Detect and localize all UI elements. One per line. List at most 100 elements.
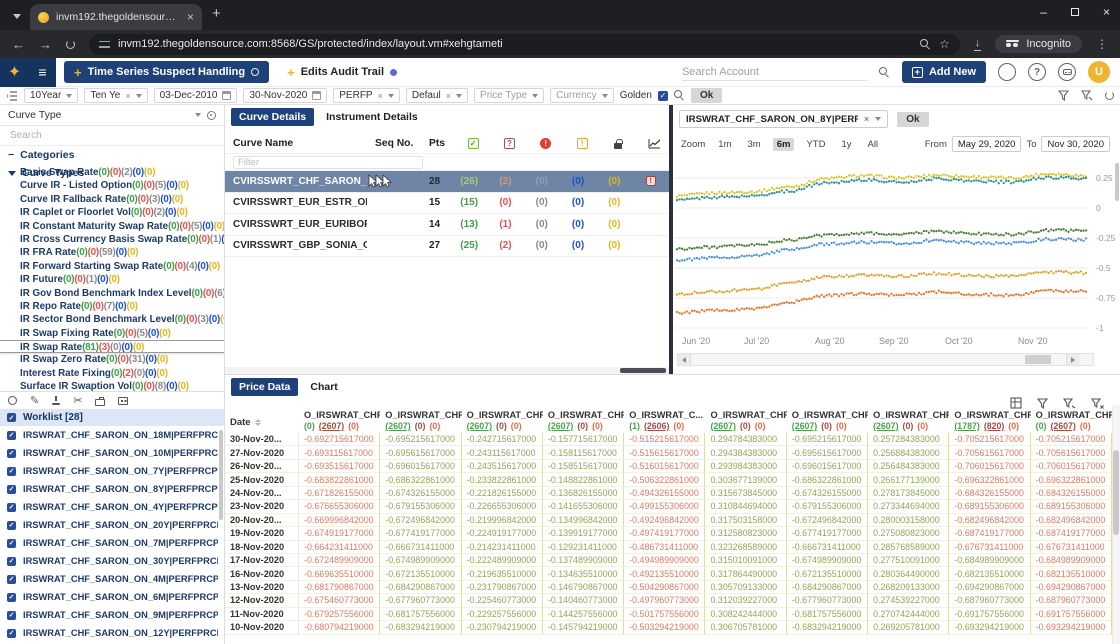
value-cell[interactable]: -0.672496842000 bbox=[787, 514, 868, 527]
clear-icon[interactable]: × bbox=[378, 91, 383, 101]
count-link[interactable]: (2607) bbox=[548, 421, 573, 431]
value-cell[interactable]: -0.681790867000 bbox=[299, 581, 380, 594]
value-cell[interactable]: -0.230794219000 bbox=[462, 621, 543, 634]
scroll-left-button[interactable] bbox=[678, 354, 691, 365]
value-cell[interactable]: -0.686322861000 bbox=[380, 473, 461, 486]
value-cell[interactable]: -0.134996842000 bbox=[543, 514, 624, 527]
checkbox-checked-icon[interactable]: ✓ bbox=[7, 521, 16, 530]
value-cell[interactable]: 0.268209133000 bbox=[868, 581, 949, 594]
tab-close-icon[interactable]: × bbox=[187, 10, 194, 24]
value-cell[interactable]: 0.256884383000 bbox=[868, 446, 949, 459]
value-cell[interactable]: -0.515215617000 bbox=[624, 433, 705, 446]
value-cell[interactable]: -0.494326155000 bbox=[624, 487, 705, 500]
value-cell[interactable]: 0.278173845000 bbox=[868, 487, 949, 500]
price-col-date[interactable]: Date bbox=[225, 417, 299, 433]
value-cell[interactable]: -0.684989909000 bbox=[1031, 554, 1112, 567]
worklist-item[interactable]: ✓IRSWRAT_CHF_SARON_ON_20Y|PERFPRCPT01|..… bbox=[0, 516, 218, 534]
value-cell[interactable]: -0.696015617000 bbox=[380, 460, 461, 473]
value-cell[interactable]: -0.687960773000 bbox=[1031, 594, 1112, 607]
value-cell[interactable]: -0.705215617000 bbox=[1031, 433, 1112, 446]
count-link[interactable]: (820) bbox=[984, 421, 1005, 431]
count-link[interactable]: (2607) bbox=[873, 421, 898, 431]
value-cell[interactable]: -0.682135510000 bbox=[1031, 567, 1112, 580]
value-cell[interactable]: -0.242715617000 bbox=[462, 433, 543, 446]
value-cell[interactable]: -0.492496842000 bbox=[624, 514, 705, 527]
price-col-header-1[interactable]: O_IRSWRAT_CHF_...(0)(2607)(0) bbox=[299, 410, 380, 433]
preview-search-icon[interactable] bbox=[674, 90, 685, 101]
checkbox-checked-icon[interactable]: ✓ bbox=[7, 449, 16, 458]
scroll-right-button[interactable] bbox=[1066, 354, 1079, 365]
count-link[interactable]: (0) bbox=[1080, 421, 1091, 431]
value-cell[interactable]: -0.229257556000 bbox=[462, 608, 543, 621]
checkbox-checked-icon[interactable]: ✓ bbox=[7, 431, 16, 440]
tab-search-button[interactable] bbox=[10, 9, 24, 23]
value-cell[interactable]: -0.486731411000 bbox=[624, 541, 705, 554]
gear-icon[interactable] bbox=[251, 68, 259, 76]
sidebar-item-ir-future[interactable]: IR Future(0)(0)(1)(0)(0) bbox=[0, 273, 224, 286]
checkbox-checked-icon[interactable]: ✓ bbox=[7, 557, 16, 566]
clear-icon[interactable]: × bbox=[446, 91, 451, 101]
value-cell[interactable]: -0.696322861000 bbox=[1031, 473, 1112, 486]
price-row[interactable]: 17-Nov-2020-0.672489909000-0.67498990900… bbox=[225, 554, 1112, 567]
value-cell[interactable]: -0.693115617000 bbox=[299, 446, 380, 459]
tab-time-series-suspect-handling[interactable]: + Time Series Suspect Handling bbox=[64, 61, 269, 83]
count-link[interactable]: (0) bbox=[821, 421, 832, 431]
value-cell[interactable]: -0.691757556000 bbox=[1031, 608, 1112, 621]
add-new-button[interactable]: + Add New bbox=[902, 61, 986, 83]
count-link[interactable]: (1787) bbox=[954, 421, 979, 431]
sidebar-item-ir-fra-rate[interactable]: IR FRA Rate(0)(0)(59)(0)(0) bbox=[0, 246, 224, 259]
value-cell[interactable]: -0.501757556000 bbox=[624, 608, 705, 621]
price-row[interactable]: 11-Nov-2020-0.679257556000-0.68175755600… bbox=[225, 608, 1112, 621]
curve-type-select[interactable]: Curve Type bbox=[0, 105, 224, 126]
value-cell[interactable]: -0.140460773000 bbox=[543, 594, 624, 607]
question-icon[interactable]: ? bbox=[504, 138, 515, 149]
alert-icon[interactable]: ! bbox=[540, 138, 551, 149]
suspect-alert-icon[interactable]: ! bbox=[646, 176, 656, 186]
value-cell[interactable]: -0.695215617000 bbox=[787, 433, 868, 446]
sidebar-item-ir-caplet-or-floorlet-vol[interactable]: IR Caplet or Floorlet Vol(0)(0)(2)(0)(0) bbox=[0, 206, 224, 219]
cut-icon[interactable]: ✂ bbox=[73, 394, 82, 407]
count-link[interactable]: (0) bbox=[577, 421, 588, 431]
checkbox-checked-icon[interactable]: ✓ bbox=[7, 611, 16, 620]
value-cell[interactable]: -0.157715617000 bbox=[543, 433, 624, 446]
checkbox-checked-icon[interactable]: ✓ bbox=[7, 467, 16, 476]
value-cell[interactable]: 0.294384383000 bbox=[705, 446, 786, 459]
curve-row-cvirsswrt-chf-saron-on[interactable]: CVIRSSWRT_CHF_SARON_ON28(26)(2)(0)(0)(0)… bbox=[225, 171, 669, 193]
value-cell[interactable]: -0.516015617000 bbox=[624, 460, 705, 473]
count-link[interactable]: (0) bbox=[740, 421, 751, 431]
value-cell[interactable]: -0.672135510000 bbox=[787, 567, 868, 580]
value-cell[interactable]: -0.677419177000 bbox=[787, 527, 868, 540]
worklist-item[interactable]: ✓IRSWRAT_CHF_SARON_ON_30Y|PERFPRCPT01|..… bbox=[0, 552, 218, 570]
worklist-scrollbar[interactable] bbox=[219, 430, 223, 520]
value-cell[interactable]: -0.674326155000 bbox=[787, 487, 868, 500]
price-row[interactable]: 25-Nov-2020-0.683822861000-0.68632286100… bbox=[225, 473, 1112, 486]
value-cell[interactable]: -0.494989909000 bbox=[624, 554, 705, 567]
value-cell[interactable]: -0.243515617000 bbox=[462, 460, 543, 473]
value-cell[interactable]: 0.280364490000 bbox=[868, 567, 949, 580]
value-cell[interactable]: -0.684326155000 bbox=[1031, 487, 1112, 500]
value-cell[interactable]: 0.306705781000 bbox=[705, 621, 786, 634]
end-date-picker[interactable]: 30-Nov-2020 bbox=[243, 88, 327, 103]
value-cell[interactable]: -0.676731411000 bbox=[949, 541, 1030, 554]
sidebar-search-input[interactable] bbox=[8, 129, 216, 142]
value-cell[interactable]: -0.144257556000 bbox=[543, 608, 624, 621]
value-cell[interactable]: 0.303677139000 bbox=[705, 473, 786, 486]
sidebar-item-ir-swap-rate[interactable]: IR Swap Rate(81)(3)(0)(0)(0) bbox=[0, 340, 224, 353]
worklist-item[interactable]: ✓IRSWRAT_CHF_SARON_ON_4Y|PERFPRCPT01|MI.… bbox=[0, 498, 218, 516]
value-cell[interactable]: 0.312039227000 bbox=[705, 594, 786, 607]
value-cell[interactable]: -0.683294219000 bbox=[380, 621, 461, 634]
value-cell[interactable]: -0.674326155000 bbox=[380, 487, 461, 500]
value-cell[interactable]: -0.676731411000 bbox=[1031, 541, 1112, 554]
value-cell[interactable]: -0.674989909000 bbox=[787, 554, 868, 567]
clear-icon[interactable]: × bbox=[125, 91, 130, 101]
sidebar-item-ir-sector-bond-benchmark-level[interactable]: IR Sector Bond Benchmark Level(0)(0)(3)(… bbox=[0, 313, 224, 326]
count-link[interactable]: (0) bbox=[673, 421, 684, 431]
count-link[interactable]: (0) bbox=[348, 421, 359, 431]
currency-select[interactable]: Currency bbox=[550, 88, 614, 103]
value-cell[interactable]: -0.680794219000 bbox=[299, 621, 380, 634]
window-minimize-button[interactable]: – bbox=[1040, 5, 1047, 19]
value-cell[interactable]: -0.677960773000 bbox=[380, 594, 461, 607]
value-cell[interactable]: -0.497960773000 bbox=[624, 594, 705, 607]
count-link[interactable]: (0) bbox=[903, 421, 914, 431]
value-cell[interactable]: -0.705615617000 bbox=[949, 446, 1030, 459]
